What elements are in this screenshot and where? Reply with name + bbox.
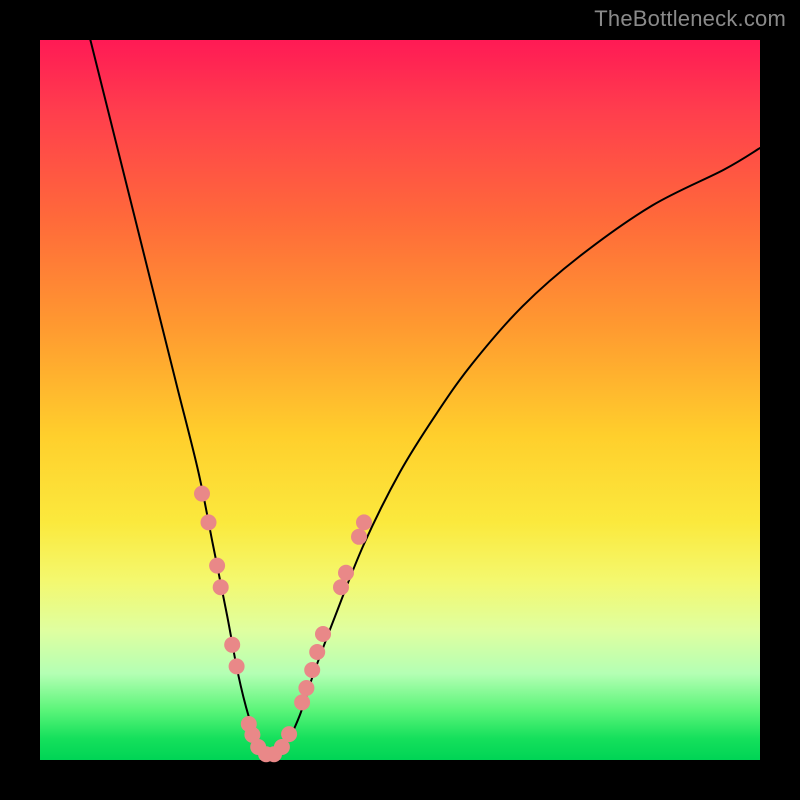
highlight-point: [315, 626, 331, 642]
highlighted-points-group: [194, 486, 372, 763]
highlight-point: [201, 514, 217, 530]
highlight-point: [294, 694, 310, 710]
highlight-point: [224, 637, 240, 653]
highlight-point: [351, 529, 367, 545]
plot-area: [40, 40, 760, 760]
watermark-text: TheBottleneck.com: [594, 6, 786, 32]
highlight-point: [213, 579, 229, 595]
highlight-point: [209, 558, 225, 574]
highlight-point: [309, 644, 325, 660]
highlight-point: [298, 680, 314, 696]
highlight-point: [338, 565, 354, 581]
highlight-point: [229, 658, 245, 674]
highlight-point: [304, 662, 320, 678]
highlight-point: [194, 486, 210, 502]
highlight-point: [281, 726, 297, 742]
highlight-point: [356, 514, 372, 530]
chart-overlay: [40, 40, 760, 760]
chart-frame: TheBottleneck.com: [0, 0, 800, 800]
bottleneck-curve: [90, 40, 760, 756]
highlight-point: [333, 579, 349, 595]
